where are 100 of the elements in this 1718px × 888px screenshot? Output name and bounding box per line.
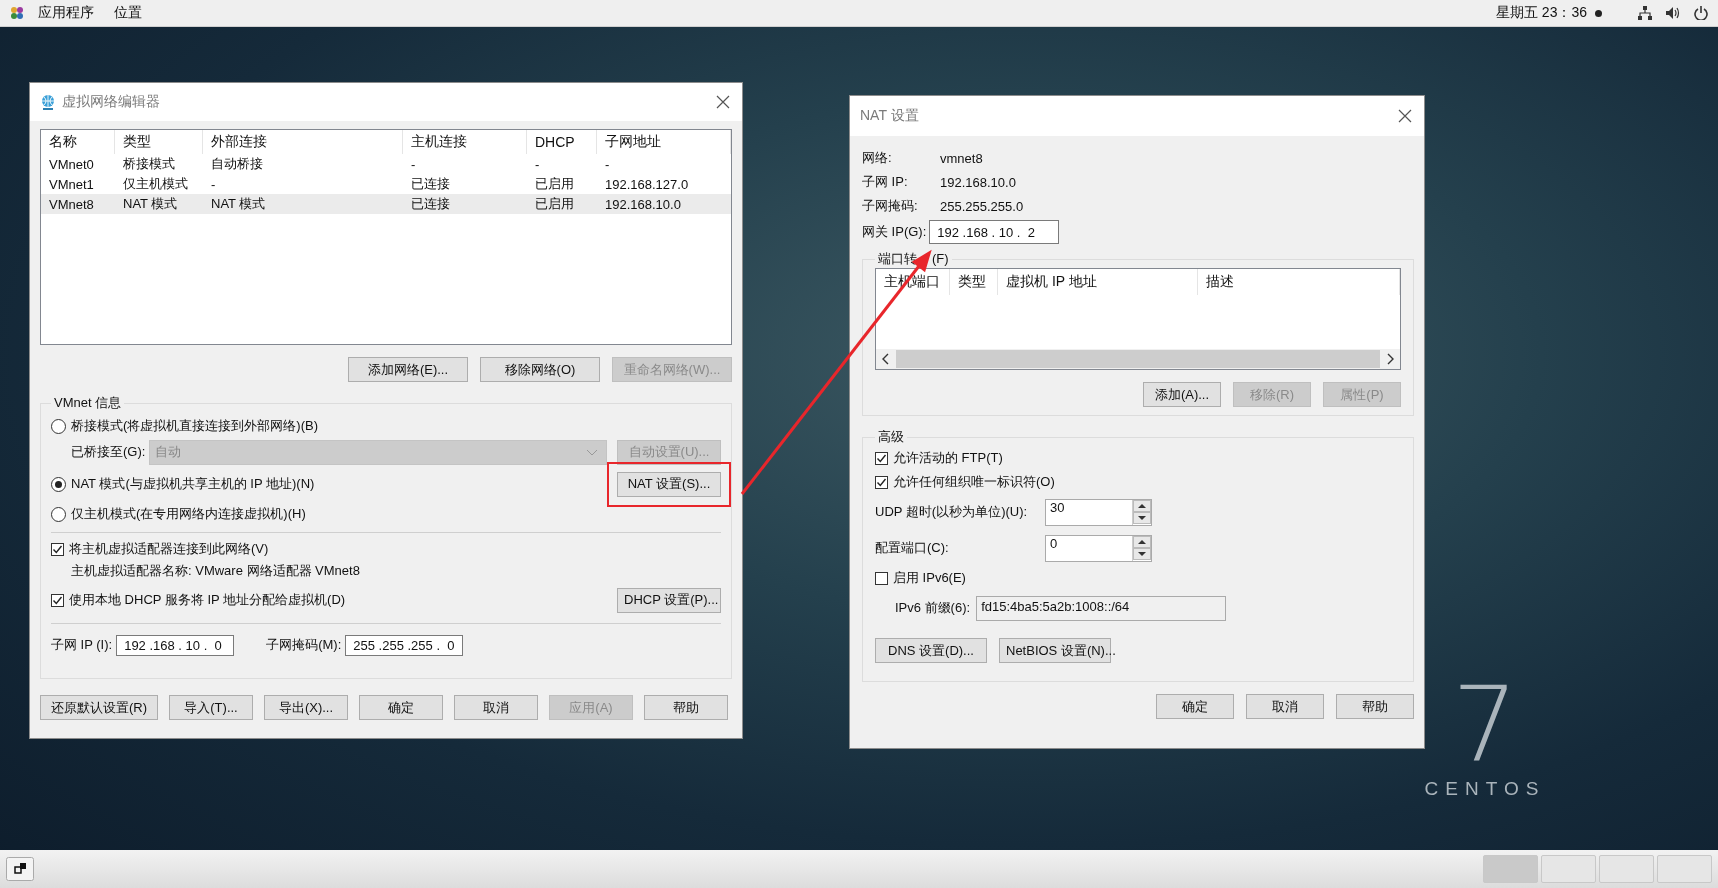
table-cell-text: 已连接 [410, 195, 451, 213]
spin-up-button[interactable] [1133, 499, 1151, 512]
ip-field[interactable]: 255 .255 .255 . 0 [345, 634, 464, 656]
menu-item[interactable]: 应用程序 [32, 4, 100, 22]
group-title: 端口转 [878, 251, 917, 266]
column-header[interactable]: 虚拟机 IP 地址 [998, 269, 1198, 295]
column-header[interactable]: 主机连接 [403, 130, 527, 154]
table-cell-text: VMnet0 [48, 156, 95, 172]
table-row[interactable]: VMnet1 仅主机模式 - 已连接 已启用 192.168.127.0 [41, 174, 731, 194]
table-cell-text: - [604, 156, 611, 172]
table-row[interactable]: VMnet0 桥接模式 自动桥接 - - - [41, 154, 731, 174]
info-value: vmnet8 [940, 150, 983, 166]
button[interactable]: 取消 [1246, 694, 1324, 719]
window-title: NAT 设置 [860, 107, 920, 125]
radio-label: NAT 模式(与虚拟机共享主机的 IP 地址)(N) [71, 475, 315, 493]
info-value: 192.168.10.0 [940, 174, 1016, 190]
button[interactable]: 取消 [454, 695, 538, 720]
button[interactable]: 还原默认设置(R) [40, 695, 158, 720]
radio-button[interactable] [51, 476, 66, 492]
menu-item[interactable]: 位置 [108, 4, 148, 22]
globe-icon [40, 94, 56, 110]
button[interactable]: 帮助 [1336, 694, 1414, 719]
table-row[interactable]: VMnet8 NAT 模式 NAT 模式 已连接 已启用 192.168.10.0 [41, 194, 731, 214]
table-cell-text: - [210, 176, 217, 192]
app-menu-icon[interactable] [10, 6, 24, 20]
table-cell-text: 已连接 [410, 175, 451, 193]
field-label: 配置端口(C): [875, 539, 950, 557]
radio-label: 桥接模式(将虚拟机直接连接到外部网络)(B) [71, 417, 318, 435]
column-header[interactable]: 子网地址 [597, 130, 731, 154]
table-cell-text: VMnet8 [48, 196, 95, 212]
show-desktop-button[interactable] [6, 857, 34, 881]
volume-icon[interactable] [1666, 6, 1680, 20]
table-cell-text: 已启用 [534, 175, 575, 193]
button[interactable]: 添加网络(E)... [348, 357, 468, 382]
table-cell-text: VMnet1 [48, 176, 95, 192]
close-icon[interactable] [716, 95, 730, 109]
table-cell-text: 仅主机模式 [122, 175, 189, 193]
ip-field[interactable]: 192 .168 . 10 . 0 [116, 634, 235, 656]
window-title: 虚拟网络编辑器 [62, 93, 161, 111]
checkbox-label: 启用 IPv6(E) [893, 569, 966, 587]
checkbox[interactable] [51, 542, 64, 556]
clock[interactable]: 星期五 23：36 [1495, 4, 1587, 22]
column-header[interactable]: 描述 [1198, 269, 1400, 295]
info-label: 网络: [862, 149, 893, 167]
column-header[interactable]: 名称 [41, 130, 115, 154]
field-label: UDP 超时(以秒为单位)(U): [875, 503, 1029, 521]
field-label: 子网掩码(M): [266, 636, 342, 654]
radio-button[interactable] [51, 418, 66, 434]
checkbox-label: 使用本地 DHCP 服务将 IP 地址分配给虚拟机(D) [69, 591, 346, 609]
table-cell-text: 桥接模式 [122, 155, 176, 173]
notification-dot-icon [1595, 9, 1602, 17]
table-cell-text: 自动桥接 [210, 155, 264, 173]
button[interactable]: 导出(X)... [264, 695, 348, 720]
checkbox-label: 将主机虚拟适配器连接到此网络(V) [69, 540, 269, 558]
checkbox[interactable] [875, 451, 888, 465]
info-value: 255.255.255.0 [940, 198, 1024, 214]
checkbox-label: 允许活动的 FTP(T) [893, 449, 1003, 467]
field-label: 网关 IP(G): [862, 223, 927, 241]
table-cell-text: - [534, 156, 541, 172]
chevron-left-icon[interactable] [882, 353, 890, 365]
button[interactable]: 帮助 [644, 695, 728, 720]
button[interactable]: 导入(T)... [169, 695, 253, 720]
chevron-down-icon [586, 448, 598, 456]
scroll-thumb[interactable] [896, 350, 1380, 368]
button[interactable]: DNS 设置(D)... [875, 638, 987, 663]
spin-up-button[interactable] [1133, 535, 1151, 548]
power-icon[interactable] [1694, 6, 1708, 20]
info-label: 子网掩码: [862, 197, 919, 215]
checkbox[interactable] [51, 593, 64, 607]
button[interactable]: 确定 [359, 695, 443, 720]
column-header[interactable]: 类型 [950, 269, 998, 295]
radio-label: 仅主机模式(在专用网络内连接虚拟机)(H) [71, 505, 306, 523]
network-icon[interactable] [1638, 6, 1652, 20]
field-label: 已桥接至(G): [71, 443, 146, 461]
field-label: IPv6 前缀(6): [895, 599, 971, 617]
table-cell-text: - [410, 156, 417, 172]
spin-down-button[interactable] [1133, 511, 1151, 524]
button[interactable]: DHCP 设置(P)... [617, 587, 721, 613]
button[interactable]: 确定 [1156, 694, 1234, 719]
checkbox[interactable] [875, 571, 888, 585]
button[interactable]: 移除网络(O) [480, 357, 600, 382]
column-header[interactable]: DHCP [527, 130, 597, 154]
adapter-name-text: 主机虚拟适配器名称: VMware 网络适配器 VMnet8 [70, 562, 361, 580]
checkbox[interactable] [875, 475, 888, 489]
chevron-right-icon[interactable] [1386, 353, 1394, 365]
field-label: 子网 IP (I): [51, 636, 113, 654]
table-cell-text: 192.168.127.0 [604, 176, 690, 192]
column-header[interactable]: 类型 [115, 130, 203, 154]
button[interactable]: 添加(A)... [1143, 382, 1221, 407]
group-title: VMnet 信息 [54, 395, 122, 410]
button[interactable]: NAT 设置(S)... [617, 471, 721, 497]
close-icon[interactable] [1398, 109, 1412, 123]
ip-field[interactable]: 192 .168 . 10 . 2 [929, 220, 1060, 244]
info-label: 子网 IP: [862, 173, 909, 191]
table-cell-text: 192.168.10.0 [604, 196, 682, 212]
column-header[interactable]: 外部连接 [203, 130, 403, 154]
table-cell-text: NAT 模式 [122, 195, 179, 213]
radio-button[interactable] [51, 506, 66, 522]
spin-down-button[interactable] [1133, 547, 1151, 560]
scrollbar[interactable] [876, 349, 1400, 369]
